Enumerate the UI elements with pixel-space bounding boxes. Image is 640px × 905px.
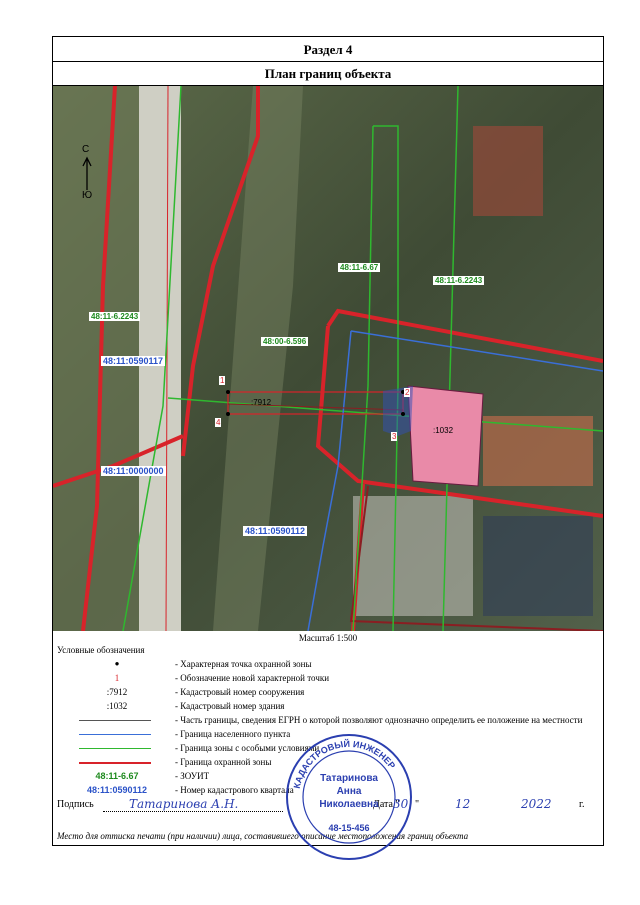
point-4-marker	[226, 412, 230, 416]
stamp-svg: КАДАСТРОВЫЙ ИНЖЕНЕР	[286, 734, 412, 860]
stamp-number: 48-15-456	[328, 823, 370, 833]
signature-handwriting: Татаринова А.Н.	[129, 797, 239, 811]
point-label-3: 3	[391, 432, 398, 441]
date-year: 2022	[521, 797, 552, 811]
legend-symbol-green-line	[71, 741, 163, 755]
section-title: Раздел 4	[53, 37, 603, 62]
date-month: 12	[455, 797, 471, 811]
legend-row: :1032 - Кадастровый номер здания	[53, 699, 603, 713]
zone-label-top: 48:11-6.67	[338, 263, 381, 272]
legend-row: - Часть границы, сведения ЕГРН о которой…	[53, 713, 603, 727]
zone-label-left: 48:11-6.2243	[89, 312, 141, 321]
roof-top	[473, 126, 543, 216]
stamp-name1: Татаринова	[320, 773, 378, 784]
legend-text: - Кадастровый номер сооружения	[175, 687, 305, 697]
legend-symbol-point: ●	[114, 659, 120, 668]
map-scale: Масштаб 1:500	[298, 633, 358, 643]
legend-text: - ЗОУИТ	[175, 771, 210, 781]
dark-area	[483, 516, 593, 616]
engineer-stamp: КАДАСТРОВЫЙ ИНЖЕНЕР Татаринова Анна Нико…	[285, 733, 413, 861]
house-roof-bottom	[353, 496, 473, 616]
legend-title: Условные обозначения	[57, 645, 145, 655]
boundary-plan-map: С Ю 48:11-6.2243 48:11-6.67 48:11-6.2243…	[53, 86, 603, 631]
point-3-marker	[401, 412, 405, 416]
building-1032	[407, 385, 484, 487]
legend-text: - Кадастровый номер здания	[175, 701, 285, 711]
legend-text: - Номер кадастрового квартала	[175, 785, 294, 795]
legend-symbol-egrn-line	[71, 713, 163, 727]
structure-label: :7912	[251, 398, 272, 407]
date-year-suffix: г.	[579, 799, 585, 810]
legend-text: - Граница охранной зоны	[175, 757, 272, 767]
legend-symbol-blue-line	[71, 727, 163, 741]
legend-text: - Обозначение новой характерной точки	[175, 673, 330, 683]
point-label-2: 2	[404, 388, 411, 397]
point-label-4: 4	[215, 418, 222, 427]
legend-symbol-zouit: 48:11-6.67	[95, 771, 139, 781]
compass-north: С	[82, 144, 90, 155]
quarter-label-0590112: 48:11:0590112	[243, 526, 308, 536]
document-frame: Раздел 4 План границ объекта С Ю 48:11-6…	[52, 36, 604, 860]
quarter-label-0000000: 48:11:0000000	[101, 466, 166, 476]
legend-row: 1 - Обозначение новой характерной точки	[53, 671, 603, 685]
point-1-marker	[226, 390, 230, 394]
stamp-name3: Николаевна	[319, 799, 379, 810]
legend-text: - Характерная точка охранной зоны	[175, 659, 312, 669]
signature-label: Подпись	[57, 799, 94, 810]
legend-symbol-building: :1032	[106, 701, 128, 711]
compass-south: Ю	[82, 190, 93, 201]
legend-row: :7912 - Кадастровый номер сооружения	[53, 685, 603, 699]
point-label-1: 1	[219, 376, 226, 385]
legend-row: ● - Характерная точка охранной зоны	[53, 657, 603, 671]
stamp-name2: Анна	[336, 786, 362, 797]
zone-label-mid: 48:00-6.596	[261, 337, 309, 346]
plan-title: План границ объекта	[53, 62, 603, 86]
building-label: :1032	[433, 426, 454, 435]
date-quote: "	[415, 799, 420, 810]
signature-line	[103, 811, 283, 812]
legend-symbol-quarter: 48:11:0590112	[86, 785, 148, 795]
legend-symbol-red-line	[71, 755, 163, 769]
legend-text: - Часть границы, сведения ЕГРН о которой…	[175, 715, 583, 725]
zone-label-right: 48:11-6.2243	[433, 276, 485, 285]
legend-symbol-new-point: 1	[114, 673, 120, 683]
quarter-label-0590117: 48:11:0590117	[101, 356, 166, 366]
legend-text: - Граница населенного пункта	[175, 729, 291, 739]
legend-symbol-structure: :7912	[106, 687, 128, 697]
